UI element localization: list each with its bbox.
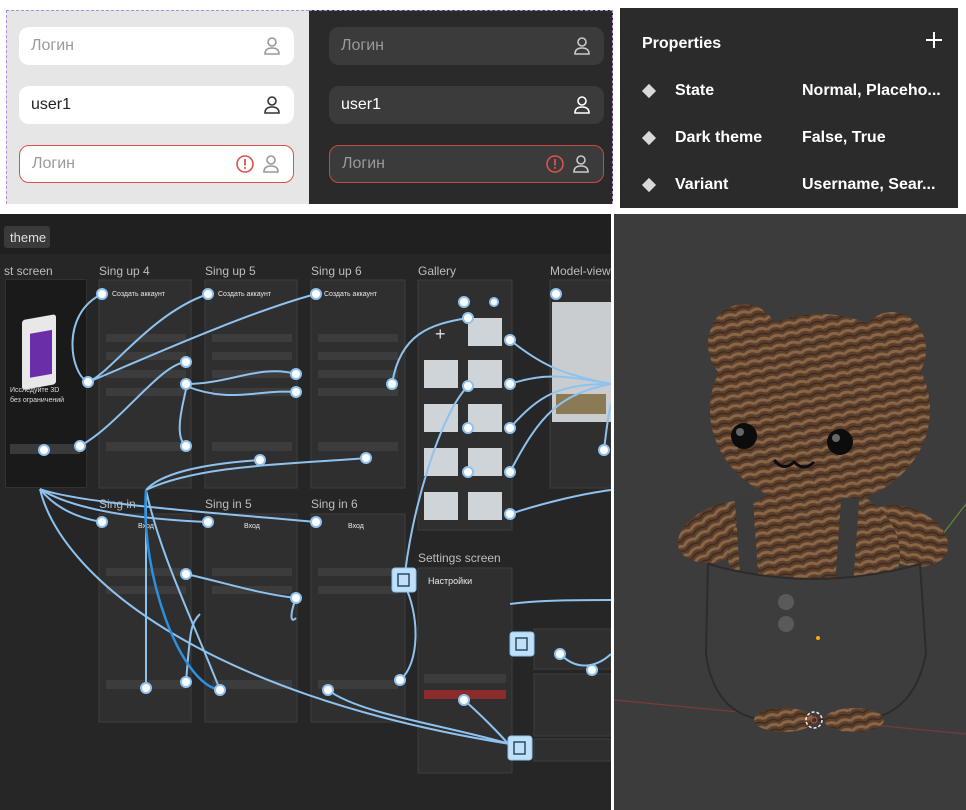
screen-label: Sing up 6 — [311, 264, 362, 278]
login-input-error-text: Логин — [342, 155, 386, 172]
overalls — [704, 562, 928, 721]
error-icon — [235, 154, 255, 174]
properties-panel: Properties State Normal, Placeho... Dark… — [620, 8, 958, 208]
login-input-filled[interactable]: user1 — [19, 86, 294, 124]
login-label: Вход — [348, 523, 364, 530]
bear-head — [710, 314, 930, 506]
create-account-label: Создать аккаунт — [112, 291, 166, 298]
screen-label: Gallery — [418, 264, 456, 278]
property-row-dark-theme[interactable]: Dark theme False, True — [641, 128, 952, 150]
login-input-error-text: Логин — [32, 155, 76, 172]
property-name: Variant — [675, 176, 729, 193]
3d-model-render — [614, 304, 966, 735]
user-icon — [572, 36, 592, 56]
input-states-dark: Логин user1 Логин — [309, 10, 613, 204]
property-name: State — [675, 82, 715, 99]
login-input-value: user1 — [341, 96, 382, 113]
user-icon — [262, 36, 282, 56]
user-icon — [571, 154, 591, 174]
properties-title: Properties — [642, 35, 722, 52]
screen-label: Sing in 5 — [205, 497, 252, 511]
property-value[interactable]: False, True — [802, 129, 886, 147]
login-input-placeholder-text: Логин — [31, 37, 75, 54]
property-name: Dark theme — [675, 129, 763, 146]
variant-diamond-icon — [641, 177, 657, 193]
login-input-error[interactable]: Логин — [19, 145, 294, 183]
create-account-label: Создать аккаунт — [324, 291, 378, 298]
login-input-placeholder-dark[interactable]: Логин — [329, 27, 604, 65]
screen-label: Settings screen — [418, 551, 501, 565]
3d-viewport[interactable] — [614, 214, 966, 810]
property-value[interactable]: Normal, Placeho... — [802, 82, 941, 100]
screen-label: st screen — [4, 264, 53, 278]
login-input-filled-dark[interactable]: user1 — [329, 86, 604, 124]
screen-label: Sing up 5 — [205, 264, 256, 278]
frame-sign-up-4 — [98, 279, 192, 489]
add-icon: + — [435, 324, 446, 344]
property-row-variant[interactable]: Variant Username, Sear... — [641, 175, 952, 197]
frame-sign-up-5 — [204, 279, 298, 489]
variant-diamond-icon — [641, 83, 657, 99]
flow-diagram: theme st screen Sing up 4 Sing up 5 Sing… — [0, 214, 611, 774]
create-account-label: Создать аккаунт — [218, 291, 272, 298]
user-icon — [572, 95, 592, 115]
user-icon — [261, 154, 281, 174]
theme-tab: theme — [10, 230, 46, 245]
object-origin — [816, 636, 820, 640]
property-value[interactable]: Username, Sear... — [802, 176, 935, 194]
screen-label: Model-view — [550, 264, 611, 278]
add-property-button[interactable] — [924, 30, 944, 55]
login-input-value: user1 — [31, 96, 72, 113]
prototype-flow-canvas[interactable]: theme st screen Sing up 4 Sing up 5 Sing… — [0, 214, 611, 810]
screen-label: Sing in 6 — [311, 497, 358, 511]
variant-diamond-icon — [641, 130, 657, 146]
input-states-light: Логин user1 Логин — [6, 10, 309, 204]
property-row-state[interactable]: State Normal, Placeho... — [641, 81, 952, 103]
screen-label: Sing up 4 — [99, 264, 150, 278]
login-input-placeholder[interactable]: Логин — [19, 27, 294, 65]
login-input-error-dark[interactable]: Логин — [329, 145, 604, 183]
start-text-2: без ограничений — [10, 396, 64, 404]
start-text-1: Исследуйте 3D — [10, 386, 59, 394]
settings-label: Настройки — [428, 576, 472, 586]
login-input-placeholder-text: Логин — [341, 37, 385, 54]
error-icon — [545, 154, 565, 174]
plus-icon — [926, 32, 942, 48]
user-icon — [262, 95, 282, 115]
login-label: Вход — [244, 523, 260, 530]
